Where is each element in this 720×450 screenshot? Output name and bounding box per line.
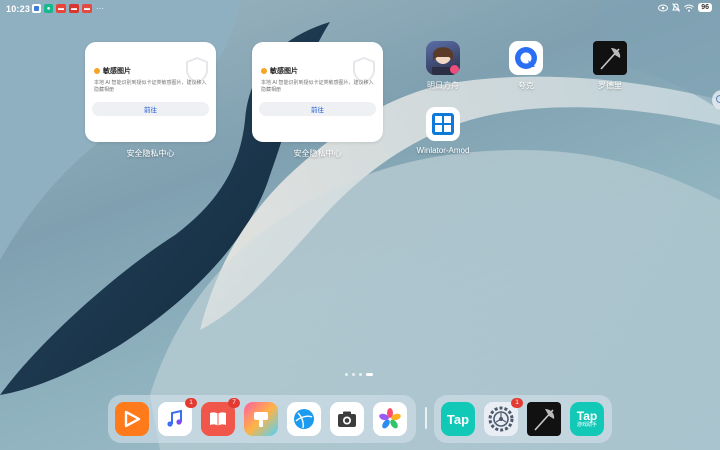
page-indicator bbox=[345, 373, 373, 376]
themes-app-icon[interactable] bbox=[244, 402, 278, 436]
taptap-logo-text: Tap bbox=[576, 408, 598, 423]
page-dot-active[interactable] bbox=[366, 373, 373, 376]
wifi-icon bbox=[684, 4, 695, 12]
arknights-game-icon bbox=[426, 41, 460, 75]
more-notifications-icon: ··· bbox=[96, 3, 104, 13]
page-dot[interactable] bbox=[359, 373, 362, 376]
settings-badge: 1 bbox=[511, 398, 523, 408]
system-indicators: 96 bbox=[658, 3, 712, 12]
camera-app-icon[interactable] bbox=[330, 402, 364, 436]
dock-main: 1 7 bbox=[108, 395, 416, 443]
warning-dot-icon bbox=[261, 68, 267, 74]
app-quark[interactable]: 夸克 bbox=[489, 41, 563, 91]
gallery-app-icon[interactable] bbox=[373, 402, 407, 436]
taptap-assistant-app-icon[interactable]: Tap 游戏助手 bbox=[570, 402, 604, 436]
widget-title: 敏感图片 bbox=[94, 66, 131, 76]
battery-indicator: 96 bbox=[698, 3, 712, 12]
axe-game-icon[interactable] bbox=[527, 402, 561, 436]
status-time: 10:23 bbox=[6, 4, 31, 14]
taptap-logo-text: Tap bbox=[446, 411, 470, 427]
page-dot[interactable] bbox=[345, 373, 348, 376]
app-label: 夸克 bbox=[518, 81, 534, 90]
shop-notification-icon: ▬ bbox=[69, 4, 79, 13]
app-winlator[interactable]: Winlator-Amod bbox=[406, 107, 480, 155]
widget-label-1: 安全隐私中心 bbox=[126, 149, 175, 158]
quark-browser-icon bbox=[509, 41, 543, 75]
notification-icons: ● ▬ ▬ ▬ ··· bbox=[32, 4, 104, 13]
app-label: Winlator-Amod bbox=[416, 146, 470, 155]
eye-comfort-icon bbox=[658, 4, 669, 11]
dock-recent: Tap 1 Tap 游戏助手 bbox=[434, 395, 612, 443]
warning-dot-icon bbox=[94, 68, 100, 74]
taptap-assistant-subtext: 游戏助手 bbox=[576, 421, 597, 428]
video-app-icon[interactable] bbox=[115, 402, 149, 436]
dock-divider bbox=[425, 407, 427, 429]
app-label: 罗德里 bbox=[598, 81, 622, 90]
news-notification-icon: ▬ bbox=[56, 4, 66, 13]
app-arknights[interactable]: 明日方舟 bbox=[406, 41, 480, 91]
go-button[interactable]: 前往 bbox=[259, 102, 376, 116]
home-screen: 10:23 ● ▬ ▬ ▬ ··· 96 敏感图片 本地 AI 智能识别到疑似卡… bbox=[0, 0, 720, 450]
windows-emulator-icon bbox=[426, 107, 460, 141]
widget-title-text: 敏感图片 bbox=[103, 68, 131, 75]
taptap-app-icon[interactable]: Tap bbox=[441, 402, 475, 436]
app-notification-icon bbox=[32, 4, 41, 13]
wechat-notification-icon: ● bbox=[44, 4, 53, 13]
circle-icon bbox=[716, 95, 720, 103]
app-label: 明日方舟 bbox=[427, 81, 459, 90]
mail-notification-icon: ▬ bbox=[82, 4, 92, 13]
widget-title: 敏感图片 bbox=[261, 66, 298, 76]
books-badge: 7 bbox=[228, 398, 240, 408]
mute-bell-icon bbox=[672, 3, 681, 12]
app-luodeli[interactable]: 罗德里 bbox=[573, 41, 647, 91]
widget-label-2: 安全隐私中心 bbox=[293, 149, 342, 158]
music-badge: 1 bbox=[185, 398, 197, 408]
widget-description: 本地 AI 智能识别到疑似卡证类敏感图片，建议移入隐藏相册 bbox=[261, 80, 374, 93]
widget-title-text: 敏感图片 bbox=[270, 68, 298, 75]
go-button[interactable]: 前往 bbox=[92, 102, 209, 116]
page-dot[interactable] bbox=[352, 373, 355, 376]
axe-app-icon bbox=[593, 41, 627, 75]
browser-app-icon[interactable] bbox=[287, 402, 321, 436]
status-bar: 10:23 ● ▬ ▬ ▬ ··· 96 bbox=[0, 0, 720, 18]
widget-description: 本地 AI 智能识别到疑似卡证类敏感图片，建议移入隐藏相册 bbox=[94, 80, 207, 93]
sensitive-photos-widget-1[interactable]: 敏感图片 本地 AI 智能识别到疑似卡证类敏感图片，建议移入隐藏相册 前往 bbox=[85, 42, 216, 142]
sensitive-photos-widget-2[interactable]: 敏感图片 本地 AI 智能识别到疑似卡证类敏感图片，建议移入隐藏相册 前往 bbox=[252, 42, 383, 142]
